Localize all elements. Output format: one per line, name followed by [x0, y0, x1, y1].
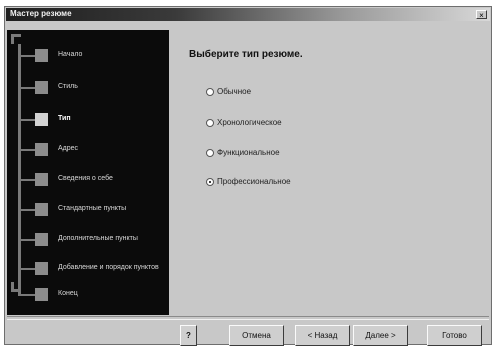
page-title: Выберите тип резюме.: [189, 49, 303, 60]
window-title: Мастер резюме: [10, 9, 72, 18]
step-address[interactable]: Адрес: [7, 143, 169, 159]
step-label: Адрес: [58, 145, 79, 152]
step-connector: [19, 209, 35, 211]
step-personal-info[interactable]: Сведения о себе: [7, 173, 169, 189]
next-button[interactable]: Далее >: [353, 325, 408, 346]
step-type[interactable]: Тип: [7, 113, 169, 129]
footer-divider: [7, 316, 489, 320]
step-label: Конец: [58, 290, 78, 297]
step-connector: [19, 119, 35, 121]
step-marker-icon: [35, 173, 48, 186]
step-connector: [19, 87, 35, 89]
option-label[interactable]: Хронологическое: [217, 118, 282, 127]
step-marker-icon: [35, 113, 48, 126]
steps-start-bracket: [11, 34, 21, 44]
step-end[interactable]: Конец: [7, 288, 169, 304]
step-marker-icon: [35, 203, 48, 216]
radio-button[interactable]: [206, 149, 214, 157]
finish-button[interactable]: Готово: [427, 325, 482, 346]
help-button[interactable]: ?: [180, 325, 197, 346]
step-marker-icon: [35, 288, 48, 301]
step-marker-icon: [35, 262, 48, 275]
option-label[interactable]: Функциональное: [217, 148, 280, 157]
cancel-button[interactable]: Отмена: [229, 325, 284, 346]
step-connector: [19, 294, 35, 296]
step-marker-icon: [35, 81, 48, 94]
step-connector: [19, 149, 35, 151]
close-button[interactable]: ×: [476, 10, 487, 20]
title-bar[interactable]: Мастер резюме ×: [6, 8, 490, 21]
step-label: Сведения о себе: [58, 175, 113, 182]
step-standard-items[interactable]: Стандартные пункты: [7, 203, 169, 219]
step-start[interactable]: Начало: [7, 49, 169, 65]
step-connector: [19, 55, 35, 57]
step-connector: [19, 268, 35, 270]
step-label: Тип: [58, 115, 71, 122]
step-connector: [19, 239, 35, 241]
step-marker-icon: [35, 233, 48, 246]
step-label: Дополнительные пункты: [58, 235, 138, 242]
radio-button[interactable]: [206, 178, 214, 186]
step-connector: [19, 179, 35, 181]
back-button[interactable]: < Назад: [295, 325, 350, 346]
step-label: Добавление и порядок пунктов: [58, 264, 159, 271]
wizard-window: Мастер резюме × Начало Стиль Тип Адрес С…: [4, 6, 492, 346]
radio-button[interactable]: [206, 88, 214, 96]
step-marker-icon: [35, 143, 48, 156]
step-label: Стандартные пункты: [58, 205, 127, 212]
wizard-steps-panel: Начало Стиль Тип Адрес Сведения о себе С…: [7, 30, 169, 315]
step-marker-icon: [35, 49, 48, 62]
step-style[interactable]: Стиль: [7, 81, 169, 97]
option-label[interactable]: Профессиональное: [217, 177, 291, 186]
step-label: Стиль: [58, 83, 78, 90]
step-additional-items[interactable]: Дополнительные пункты: [7, 233, 169, 249]
option-label[interactable]: Обычное: [217, 87, 251, 96]
step-label: Начало: [58, 51, 83, 58]
radio-button[interactable]: [206, 119, 214, 127]
step-add-order-items[interactable]: Добавление и порядок пунктов: [7, 262, 169, 278]
